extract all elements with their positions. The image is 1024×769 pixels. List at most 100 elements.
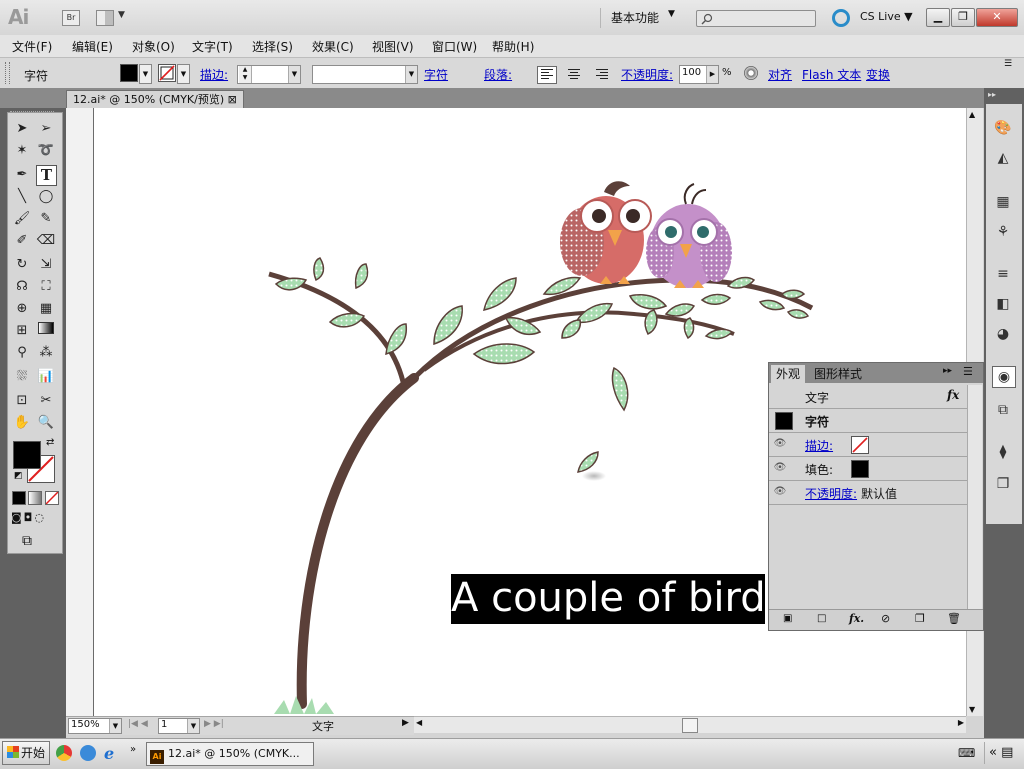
chevron-down-icon[interactable]: ▼	[288, 66, 300, 83]
panel-menu-icon[interactable]: ☰	[1004, 59, 1012, 69]
transform-link[interactable]: 变换	[866, 66, 890, 83]
blob-brush-icon[interactable]: ✐	[12, 231, 32, 251]
next-artboard-icon[interactable]: ▶ ▶|	[204, 719, 224, 729]
artboards-icon[interactable]: ❐	[992, 474, 1014, 494]
expand-panels-icon[interactable]: ▸▸	[988, 90, 996, 99]
menu-window[interactable]: 窗口(W)	[432, 38, 477, 55]
chevron-down-icon[interactable]: ▼	[668, 9, 675, 19]
shape-builder-icon[interactable]: ⊕	[12, 299, 32, 319]
minimize-button[interactable]: ▁	[926, 8, 950, 27]
ellipse-icon[interactable]: ◯	[36, 187, 56, 207]
chrome-icon[interactable]	[56, 745, 72, 761]
gradient-panel-icon[interactable]: ◧	[992, 294, 1014, 314]
scroll-left-icon[interactable]: ◀	[416, 718, 422, 727]
variable-width-profile[interactable]: ▼	[312, 65, 418, 84]
character-link[interactable]: 字符	[424, 66, 448, 83]
scroll-right-icon[interactable]: ▶	[958, 718, 964, 727]
graph-icon[interactable]: 📊	[36, 367, 56, 387]
swatches-icon[interactable]: ▦	[992, 192, 1014, 212]
menu-type[interactable]: 文字(T)	[192, 38, 233, 55]
network-icon[interactable]: ▤	[1001, 745, 1013, 760]
stepper-icon[interactable]: ▲ ▼	[239, 66, 252, 83]
first-artboard-icon[interactable]: |◀ ◀	[128, 719, 148, 729]
panel-menu-icon[interactable]: ☰	[963, 365, 973, 378]
opacity-link[interactable]: 不透明度:	[621, 66, 673, 83]
graphic-styles-icon[interactable]: ⧉	[992, 400, 1014, 420]
eye-icon[interactable]: 👁	[773, 437, 787, 451]
align-link[interactable]: 对齐	[768, 66, 792, 83]
color-mode-icon[interactable]	[12, 491, 26, 505]
chevron-down-icon[interactable]: ▼	[177, 64, 190, 84]
selection-tool-icon[interactable]: ➤	[12, 119, 32, 139]
screen-mode-icon[interactable]: ⧉	[22, 533, 32, 549]
grip-handle[interactable]	[5, 62, 10, 84]
hand-icon[interactable]: ✋	[12, 413, 32, 433]
add-effect-icon[interactable]: fx.	[849, 612, 864, 625]
opacity-link[interactable]: 不透明度:	[805, 485, 857, 502]
workspace-switcher[interactable]: 基本功能	[600, 8, 659, 28]
quick-launch-more-icon[interactable]: »	[130, 744, 136, 755]
lasso-icon[interactable]: ➰	[36, 141, 56, 161]
cs-live-menu[interactable]: CS Live ▼	[860, 10, 913, 23]
appearance-fill-row[interactable]: 👁 填色:	[769, 457, 967, 481]
symbol-sprayer-icon[interactable]: ⛆	[12, 367, 32, 387]
stroke-swatch[interactable]	[158, 64, 176, 82]
status-menu-icon[interactable]: ▶	[402, 718, 409, 728]
recolor-artwork-icon[interactable]	[744, 66, 758, 80]
zoom-icon[interactable]: 🔍	[36, 413, 56, 433]
menu-file[interactable]: 文件(F)	[12, 38, 52, 55]
chevron-down-icon[interactable]: ▼	[139, 64, 152, 84]
fill-swatch[interactable]	[120, 64, 138, 82]
start-button[interactable]: 开始	[2, 741, 50, 765]
align-right-button[interactable]	[592, 66, 612, 84]
menu-object[interactable]: 对象(O)	[132, 38, 175, 55]
appearance-stroke-row[interactable]: 👁 描边:	[769, 433, 967, 457]
mesh-icon[interactable]: ⊞	[12, 321, 32, 341]
line-icon[interactable]: ╲	[12, 187, 32, 207]
brush-icon[interactable]: 🖌	[12, 209, 32, 229]
close-button[interactable]: ✕	[976, 8, 1018, 27]
menu-effect[interactable]: 效果(C)	[312, 38, 354, 55]
appearance-opacity-row[interactable]: 👁 不透明度: 默认值	[769, 481, 967, 505]
opacity-field[interactable]: 100 ▶	[679, 65, 719, 84]
bridge-button[interactable]: Br	[62, 10, 80, 26]
selected-text-object[interactable]: A couple of birds	[451, 574, 765, 624]
scroll-thumb[interactable]	[682, 718, 698, 733]
menu-help[interactable]: 帮助(H)	[492, 38, 534, 55]
transparency-icon[interactable]: ◕	[992, 324, 1014, 344]
blend-icon[interactable]: ⁂	[36, 343, 56, 363]
menu-select[interactable]: 选择(S)	[252, 38, 293, 55]
browser-icon[interactable]	[80, 745, 96, 761]
chevron-down-icon[interactable]: ▼	[405, 66, 417, 83]
gradient-mode-icon[interactable]	[28, 491, 42, 505]
restore-button[interactable]: ❐	[951, 8, 975, 27]
paragraph-link[interactable]: 段落:	[484, 66, 512, 83]
add-fill-icon[interactable]: □	[817, 613, 826, 624]
ie-icon[interactable]: e	[104, 744, 114, 763]
stroke-weight-field[interactable]: ▲ ▼ ▼	[237, 65, 301, 84]
brushes-icon[interactable]: ⚘	[992, 222, 1014, 242]
scroll-down-icon[interactable]: ▼	[969, 705, 975, 714]
layers-icon[interactable]: ⧫	[992, 442, 1014, 462]
taskbar-illustrator-item[interactable]: Ai 12.ai* @ 150% (CMYK...	[146, 742, 314, 766]
free-transform-icon[interactable]: ⛶	[36, 277, 56, 297]
horizontal-scrollbar[interactable]: ◀ ▶	[414, 716, 966, 733]
arrange-documents-icon[interactable]	[96, 10, 114, 26]
add-stroke-icon[interactable]: ▣	[783, 613, 792, 624]
chevron-down-icon[interactable]: ▼	[118, 10, 125, 20]
warp-icon[interactable]: ☊	[12, 277, 32, 297]
search-input[interactable]	[696, 10, 816, 27]
align-center-button[interactable]	[564, 66, 584, 84]
chevron-down-icon[interactable]: ▼	[187, 719, 199, 733]
collapse-panel-icon[interactable]: ▸▸	[943, 366, 952, 376]
rotate-icon[interactable]: ↻	[12, 255, 32, 275]
panel-scrollbar[interactable]	[967, 385, 982, 609]
close-icon[interactable]: ⊠	[228, 93, 237, 106]
direct-selection-icon[interactable]: ➢	[36, 119, 56, 139]
appearance-icon[interactable]: ◉	[992, 366, 1016, 388]
eye-icon[interactable]: 👁	[773, 485, 787, 499]
clear-appearance-icon[interactable]: ⊘	[881, 612, 890, 625]
tab-appearance[interactable]: 外观	[771, 365, 806, 383]
chevron-right-icon[interactable]: ▶	[706, 66, 718, 83]
artboard-icon[interactable]: ⊡	[12, 391, 32, 411]
